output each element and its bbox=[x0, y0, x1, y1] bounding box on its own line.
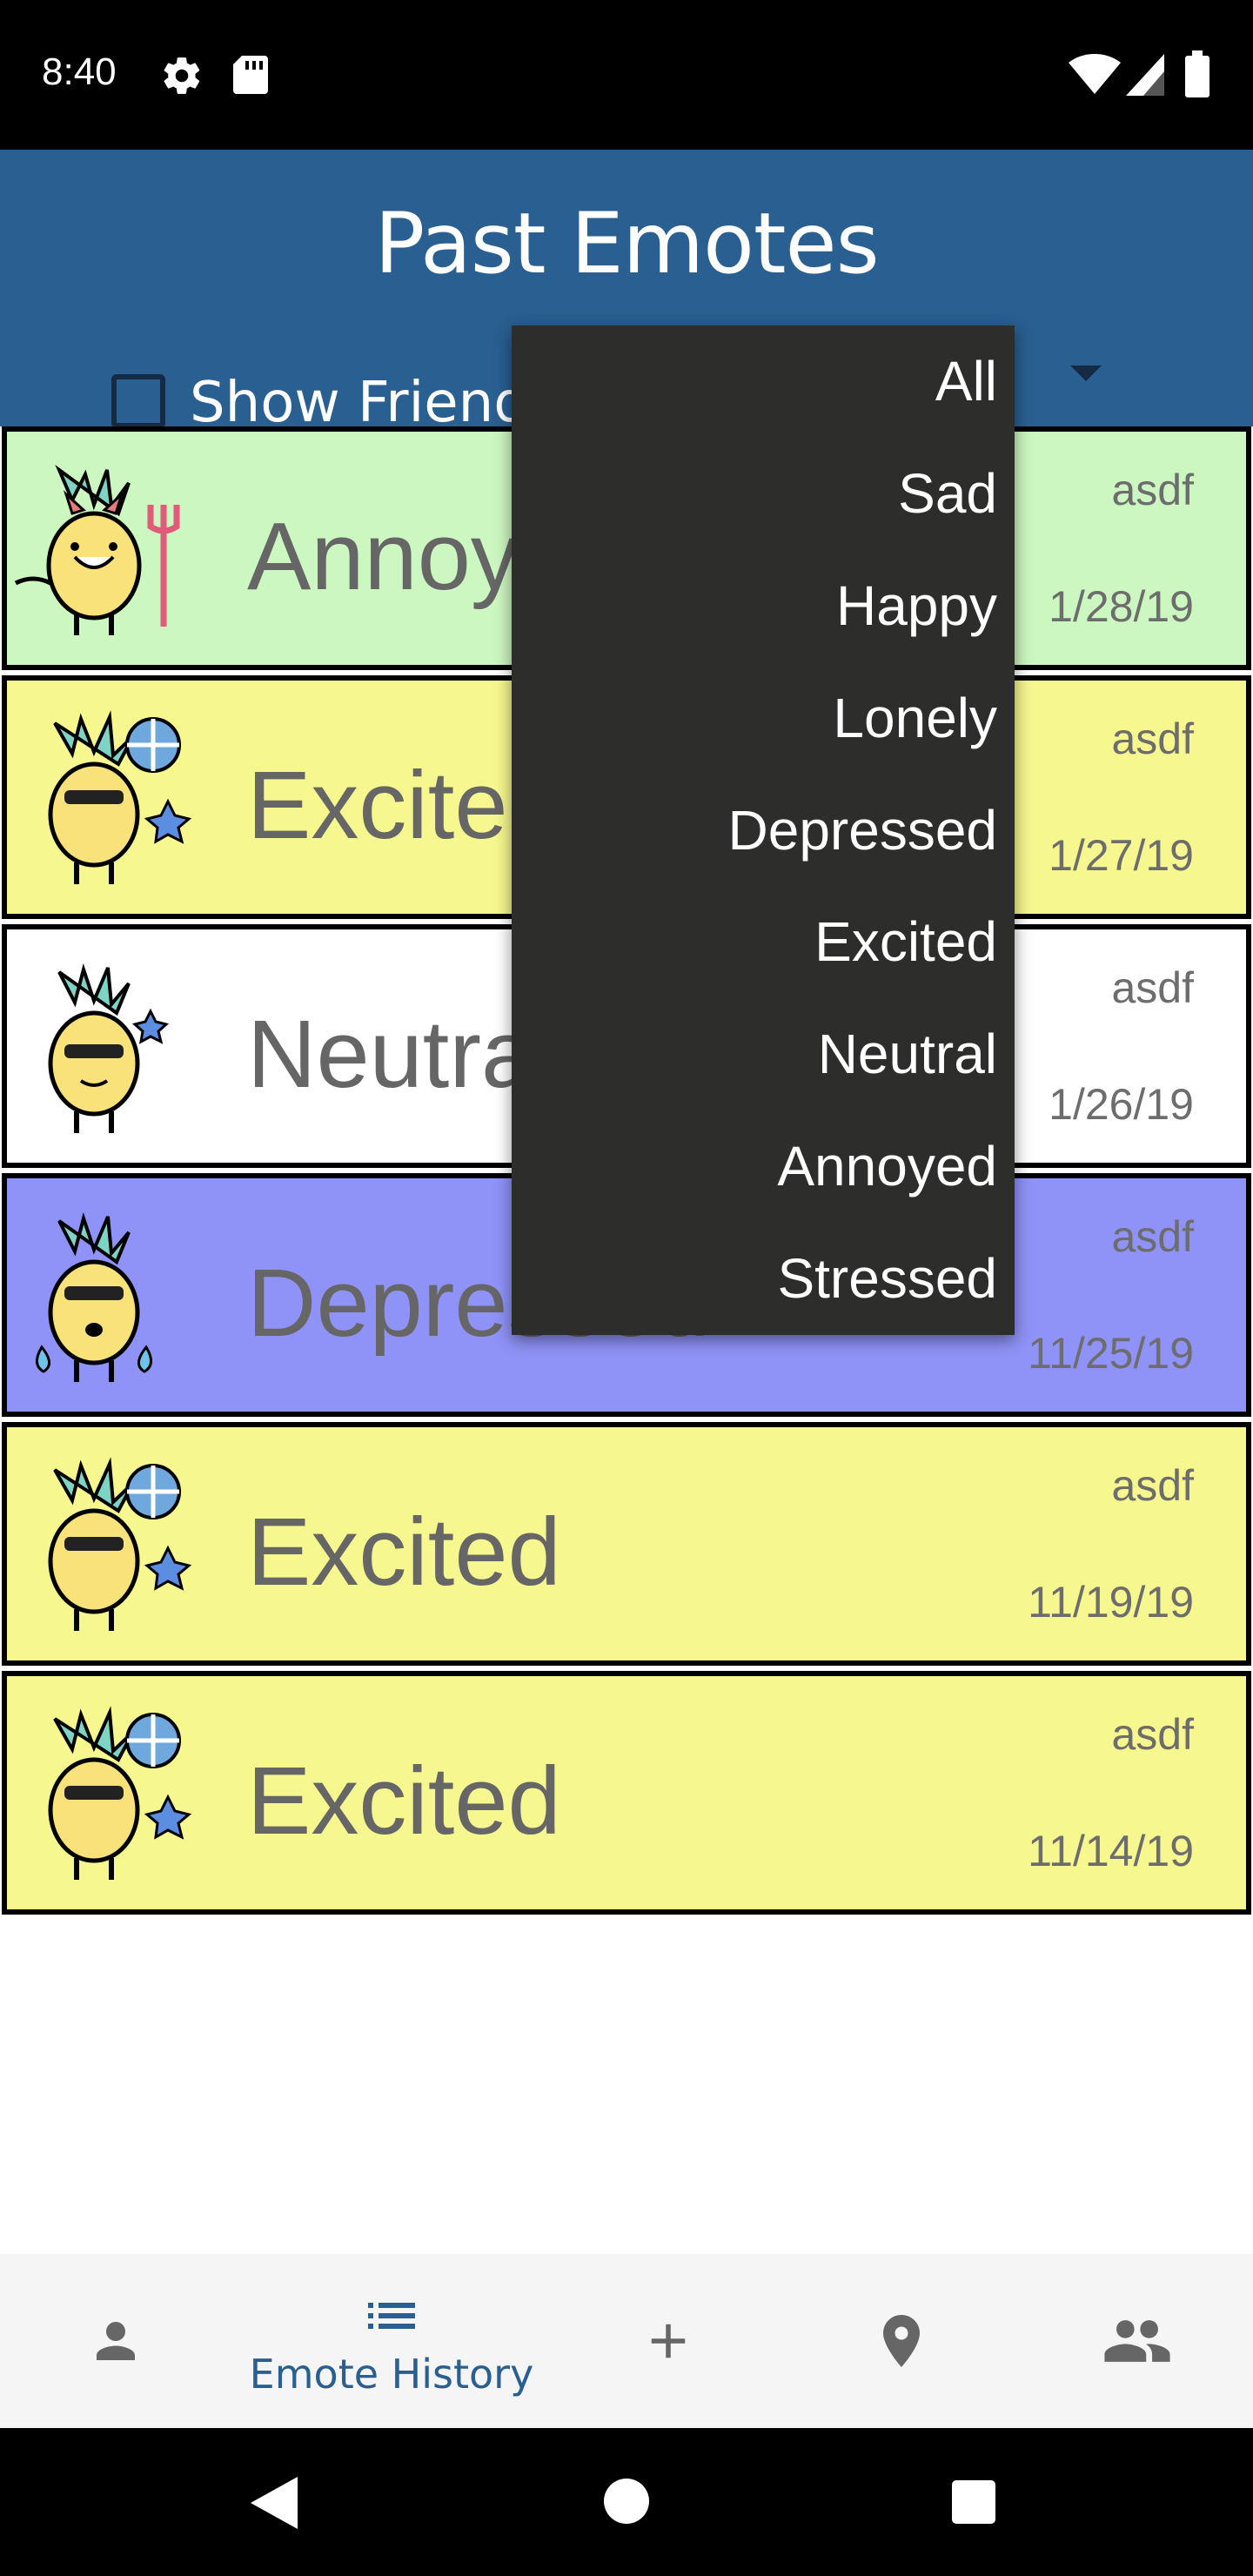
dropdown-option-happy[interactable]: Happy bbox=[512, 550, 1015, 662]
pineapple-neutral-icon bbox=[48, 963, 170, 1133]
emote-username: asdf bbox=[1111, 714, 1194, 763]
dropdown-option-depressed[interactable]: Depressed bbox=[512, 774, 1015, 886]
emote-card[interactable]: Excited asdf 11/19/19 bbox=[2, 1422, 1251, 1666]
signal-icon bbox=[1126, 54, 1164, 96]
pineapple-party-icon bbox=[48, 710, 192, 884]
nav-profile[interactable] bbox=[68, 2254, 164, 2428]
emotion-label: Excited bbox=[247, 1499, 561, 1606]
nav-emote-history-label: Emote History bbox=[249, 2351, 534, 2398]
emote-date: 11/25/19 bbox=[1028, 1329, 1194, 1378]
emotion-filter-dropdown: All Sad Happy Lonely Depressed Excited N… bbox=[512, 325, 1015, 1335]
dropdown-option-sad[interactable]: Sad bbox=[512, 438, 1015, 550]
dropdown-option-neutral[interactable]: Neutral bbox=[512, 998, 1015, 1110]
emote-date: 1/26/19 bbox=[1049, 1080, 1194, 1129]
nav-add[interactable] bbox=[625, 2254, 712, 2428]
person-icon bbox=[97, 2322, 135, 2360]
status-time: 8:40 bbox=[42, 50, 117, 93]
emote-date: 11/19/19 bbox=[1028, 1578, 1194, 1627]
emote-username: asdf bbox=[1111, 963, 1194, 1012]
battery-icon bbox=[1185, 50, 1209, 97]
dropdown-option-stressed[interactable]: Stressed bbox=[512, 1222, 1015, 1334]
emote-date: 1/28/19 bbox=[1049, 582, 1194, 631]
pineapple-devil-icon bbox=[14, 465, 180, 635]
status-bar: 8:40 bbox=[0, 0, 1253, 150]
bottom-navigation: Emote History bbox=[0, 2254, 1253, 2428]
emote-date: 1/27/19 bbox=[1049, 831, 1194, 880]
nav-emote-history[interactable]: Emote History bbox=[244, 2254, 539, 2428]
wifi-icon bbox=[1069, 54, 1121, 94]
emotion-label: Neutral bbox=[247, 1001, 556, 1108]
home-icon[interactable] bbox=[604, 2479, 649, 2524]
emote-username: asdf bbox=[1111, 1212, 1194, 1261]
emote-username: asdf bbox=[1111, 466, 1194, 514]
recents-icon[interactable] bbox=[952, 2480, 995, 2524]
nav-map[interactable] bbox=[858, 2254, 945, 2428]
filter-dropdown-arrow-icon[interactable] bbox=[1070, 366, 1102, 381]
group-icon bbox=[1104, 2320, 1170, 2362]
nav-friends[interactable] bbox=[1089, 2254, 1185, 2428]
dropdown-option-all[interactable]: All bbox=[512, 325, 1015, 438]
dropdown-option-lonely[interactable]: Lonely bbox=[512, 661, 1015, 774]
emotion-label: Excited bbox=[247, 1748, 561, 1855]
dropdown-option-excited[interactable]: Excited bbox=[512, 886, 1015, 998]
back-icon[interactable] bbox=[251, 2477, 298, 2529]
emote-card[interactable]: Excited asdf 11/14/19 bbox=[2, 1671, 1251, 1915]
system-navigation-bar bbox=[0, 2428, 1253, 2576]
sd-card-icon bbox=[233, 56, 268, 94]
list-icon bbox=[368, 2303, 415, 2329]
pineapple-party-icon bbox=[48, 1706, 192, 1880]
dropdown-option-annoyed[interactable]: Annoyed bbox=[512, 1110, 1015, 1223]
emote-username: asdf bbox=[1111, 1710, 1194, 1759]
pineapple-party-icon bbox=[48, 1457, 192, 1631]
location-pin-icon bbox=[883, 2315, 920, 2367]
emote-username: asdf bbox=[1111, 1461, 1194, 1510]
show-friends-label: Show Friends bbox=[190, 371, 559, 435]
show-friends-checkbox[interactable] bbox=[111, 374, 165, 428]
emote-date: 11/14/19 bbox=[1028, 1827, 1194, 1875]
page-title: Past Emotes bbox=[374, 195, 879, 292]
add-icon bbox=[651, 2324, 686, 2358]
settings-icon bbox=[164, 57, 200, 94]
pineapple-crying-icon bbox=[36, 1211, 152, 1382]
